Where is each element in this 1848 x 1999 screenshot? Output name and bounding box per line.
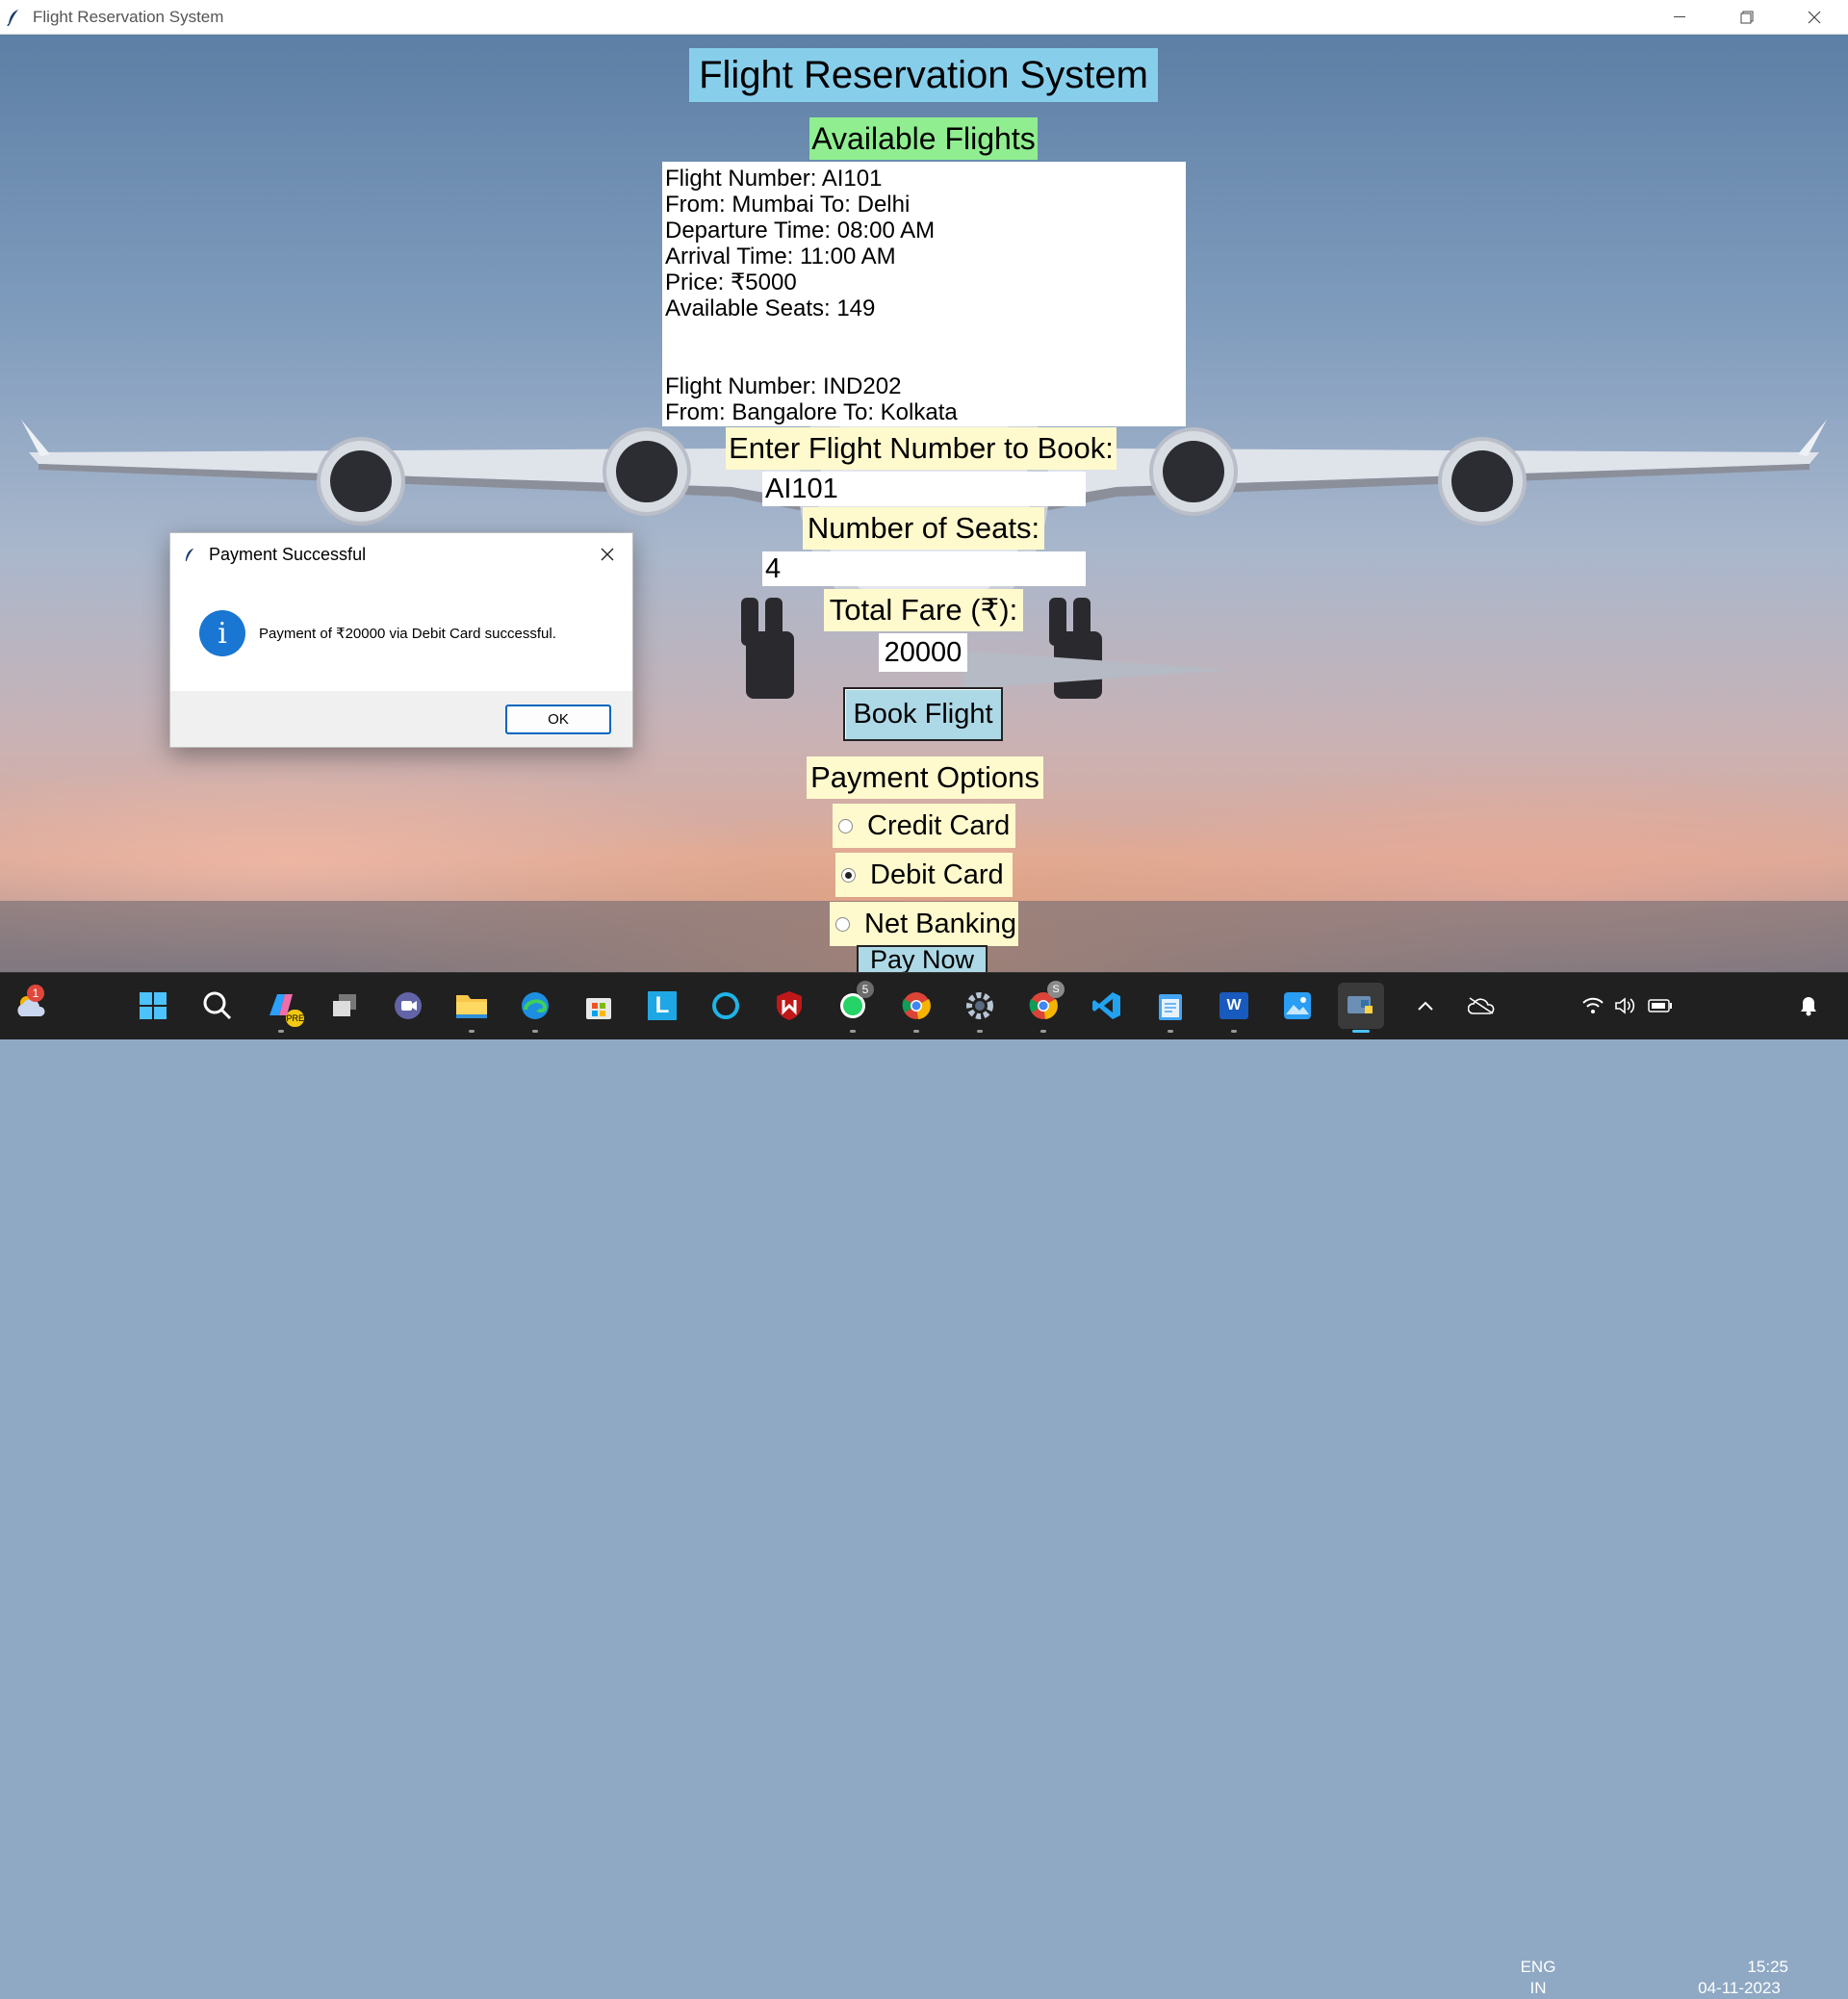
window-title-bar: Flight Reservation System: [0, 0, 1848, 35]
close-icon[interactable]: [1781, 0, 1848, 34]
flight-line: Flight Number: AI101: [665, 166, 883, 192]
copilot-icon[interactable]: PRE: [258, 983, 304, 1033]
notification-badge: 1: [27, 985, 44, 1002]
task-view-icon[interactable]: [321, 983, 368, 1029]
onedrive-offline-icon[interactable]: [1457, 983, 1505, 1029]
flight-line: Departure Time: 08:00 AM: [665, 218, 936, 243]
notepad-icon[interactable]: [1147, 983, 1194, 1033]
clock-date: 04-11-2023: [1698, 1979, 1781, 1997]
payment-success-dialog: Payment Successful i Payment of ₹20000 v…: [169, 532, 633, 748]
volume-icon[interactable]: [1611, 983, 1640, 1029]
radio-indicator-selected[interactable]: [841, 867, 856, 883]
flight-line: From: Bangalore To: Kolkata: [665, 399, 958, 425]
flight-number-input[interactable]: [762, 472, 1086, 506]
flight-line: Flight Number: IND202: [665, 373, 902, 399]
chrome-icon[interactable]: [893, 983, 939, 1033]
profile-badge: S: [1047, 981, 1065, 998]
settings-gear-icon[interactable]: [957, 983, 1003, 1033]
feather-icon: [7, 9, 24, 26]
word-icon[interactable]: W: [1211, 983, 1257, 1033]
mcafee-icon[interactable]: [766, 983, 812, 1029]
available-flights-label: Available Flights: [809, 117, 1038, 160]
flight-line: Available Seats: 149: [665, 295, 876, 321]
chrome-profile-icon[interactable]: S: [1020, 981, 1066, 1033]
microsoft-store-icon[interactable]: [576, 983, 622, 1029]
dialog-title-bar: Payment Successful: [170, 533, 632, 576]
chevron-up-icon[interactable]: [1411, 983, 1440, 1029]
meet-icon[interactable]: [385, 983, 431, 1029]
radio-label: Credit Card: [867, 809, 1011, 841]
photos-icon[interactable]: [1274, 983, 1321, 1029]
python-app-icon[interactable]: [1338, 983, 1384, 1033]
language-indicator[interactable]: ENG IN: [1517, 1957, 1559, 1999]
weather-icon[interactable]: 1: [8, 983, 54, 1029]
dialog-message: Payment of ₹20000 via Debit Card success…: [259, 626, 556, 642]
dialog-close-icon[interactable]: [596, 543, 619, 566]
windows-taskbar: 1 PRE L 5 S W ENG IN 15:25 04-11-2023: [0, 972, 1848, 1997]
radio-indicator[interactable]: [835, 916, 850, 932]
total-fare-value: 20000: [879, 633, 967, 672]
radio-indicator[interactable]: [838, 818, 853, 833]
notification-bell-icon[interactable]: [1792, 983, 1825, 1029]
flights-listbox[interactable]: Flight Number: AI101 From: Mumbai To: De…: [662, 162, 1186, 426]
edge-browser-icon[interactable]: [512, 983, 558, 1033]
window-title: Flight Reservation System: [33, 7, 224, 26]
app-heading: Flight Reservation System: [689, 48, 1158, 102]
flight-line: Price: ₹5000: [665, 269, 797, 295]
radio-label: Debit Card: [870, 859, 1004, 890]
book-flight-button[interactable]: Book Flight: [843, 687, 1003, 741]
file-explorer-icon[interactable]: [449, 983, 495, 1033]
language-code: ENG: [1520, 1958, 1556, 1976]
search-icon[interactable]: [194, 983, 241, 1029]
flight-separator: [665, 321, 1186, 373]
radio-label: Net Banking: [864, 908, 1016, 939]
flight-line: From: Mumbai To: Delhi: [665, 192, 911, 218]
region-code: IN: [1529, 1979, 1547, 1997]
vscode-icon[interactable]: [1084, 983, 1130, 1029]
flight-line: Arrival Time: 11:00 AM: [665, 243, 896, 269]
alexa-icon[interactable]: [703, 983, 749, 1029]
notification-badge: 5: [857, 981, 874, 998]
ok-button[interactable]: OK: [505, 705, 611, 734]
info-icon: i: [199, 610, 245, 656]
clock-time: 15:25: [1747, 1958, 1788, 1976]
wifi-icon[interactable]: [1578, 983, 1607, 1029]
radio-debit-card[interactable]: Debit Card: [835, 853, 1013, 897]
preview-badge: PRE: [286, 1010, 304, 1027]
restore-icon[interactable]: [1713, 0, 1781, 34]
radio-credit-card[interactable]: Credit Card: [833, 804, 1015, 848]
radio-net-banking[interactable]: Net Banking: [830, 902, 1018, 946]
word-letter: W: [1219, 992, 1248, 1019]
launcher-letter: L: [648, 991, 677, 1020]
launcher-app-icon[interactable]: L: [639, 983, 685, 1029]
windows-start-icon[interactable]: [130, 983, 176, 1029]
pay-now-button[interactable]: Pay Now: [857, 945, 988, 972]
battery-icon[interactable]: [1644, 983, 1677, 1029]
flight-number-label: Enter Flight Number to Book:: [726, 427, 1116, 470]
seats-label: Number of Seats:: [803, 507, 1044, 550]
total-fare-label: Total Fare (₹):: [824, 589, 1023, 631]
dialog-title: Payment Successful: [209, 544, 367, 564]
payment-options-label: Payment Options: [807, 756, 1043, 799]
minimize-icon[interactable]: [1646, 0, 1713, 34]
seats-input[interactable]: [762, 551, 1086, 586]
clock[interactable]: 15:25 04-11-2023: [1686, 1957, 1792, 1999]
whatsapp-icon[interactable]: 5: [830, 981, 876, 1033]
feather-icon: [184, 546, 199, 563]
